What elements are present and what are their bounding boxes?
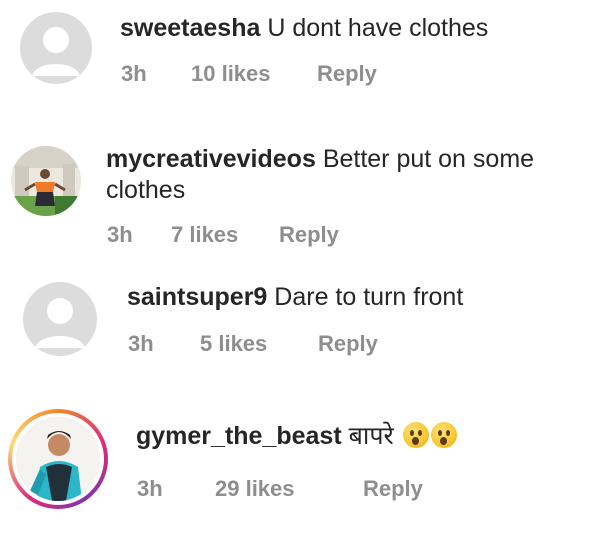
comment-username[interactable]: mycreativevideos [106,145,316,173]
reply-button[interactable]: Reply [318,331,378,357]
comment-likes[interactable]: 5 likes [200,331,318,357]
comment-likes[interactable]: 7 likes [171,222,279,248]
profile-photo [16,417,100,501]
comment-item: mycreativevideos Better put on some clot… [0,130,590,260]
comment-text: Dare to turn front [274,283,464,311]
comment-username[interactable]: sweetaesha [120,14,260,42]
comment-time: 3h [128,331,154,356]
comment-time: 3h [107,222,133,247]
comment-likes[interactable]: 29 likes [215,476,363,502]
comment-likes[interactable]: 10 likes [191,61,317,87]
comment-item: gymer_the_beast बापरे 3h 29 likes Reply [0,405,590,536]
profile-photo[interactable] [11,146,81,216]
reply-button[interactable]: Reply [279,222,339,248]
comment-username[interactable]: saintsuper9 [127,283,267,311]
comment-item: saintsuper9 Dare to turn front 3h 5 likes… [0,270,590,380]
default-avatar-icon[interactable] [23,282,97,356]
comment-time: 3h [121,61,147,86]
hushed-face-emoji [430,422,457,448]
comment-username[interactable]: gymer_the_beast [136,422,342,450]
comment-item: sweetaesha U dont have clothes 3h 10 like… [0,0,590,110]
default-avatar-icon[interactable] [20,12,92,84]
reply-button[interactable]: Reply [317,61,377,87]
comment-text: U dont have clothes [267,14,489,42]
hushed-face-emoji [402,422,429,448]
comment-time: 3h [137,476,163,501]
comment-text: बापरे [348,422,394,450]
reply-button[interactable]: Reply [363,476,423,502]
